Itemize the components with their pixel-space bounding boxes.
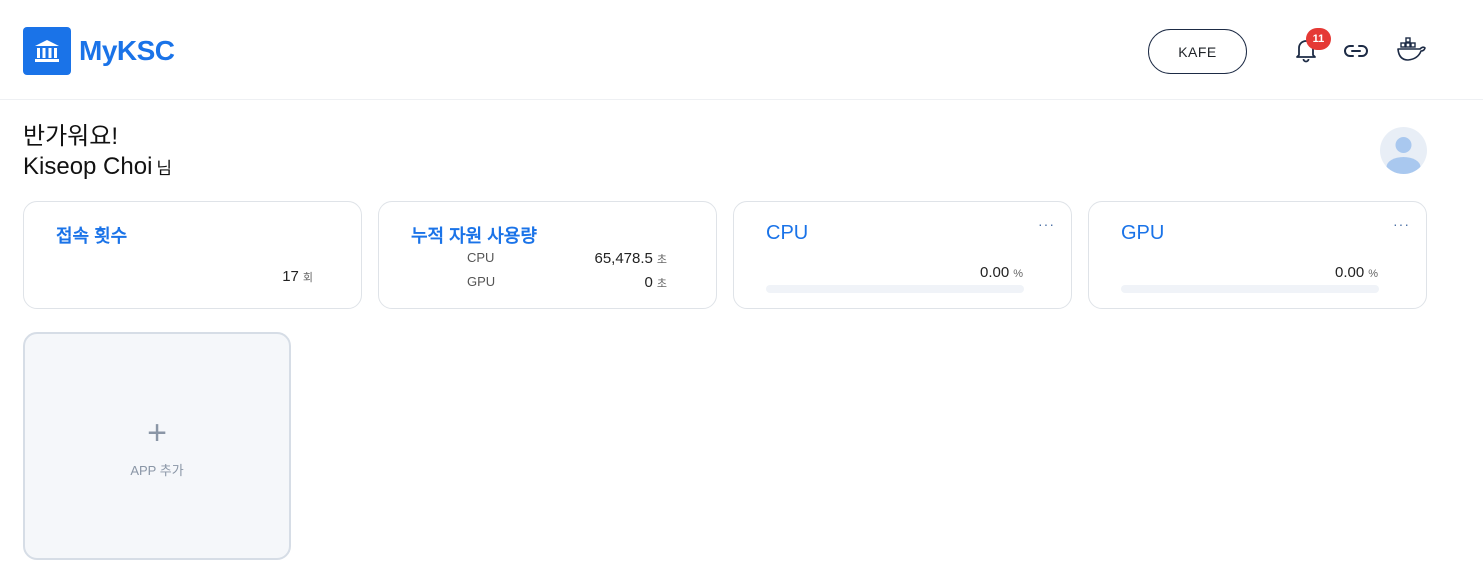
usage-card: 누적 자원 사용량 CPU 65,478.5 초 GPU 0초 [378, 201, 717, 309]
card-title: CPU [766, 222, 809, 244]
more-menu-button[interactable]: ··· [1393, 216, 1410, 232]
link-icon[interactable] [1343, 38, 1369, 64]
more-menu-button[interactable]: ··· [1038, 216, 1055, 232]
logo-text: MyKSC [79, 35, 175, 66]
card-title: 누적 자원 사용량 [411, 226, 537, 246]
notification-badge: 11 [1306, 28, 1331, 50]
cpu-progress-bar [766, 285, 1024, 293]
top-header: MyKSC KAFE 11 [0, 0, 1483, 100]
card-title: GPU [1121, 222, 1165, 244]
user-name: Kiseop Choi [23, 153, 153, 180]
gpu-usage-value: 0.00% [1335, 264, 1378, 281]
user-greeting: Kiseop Choi 님 [23, 153, 172, 181]
project-button[interactable]: KAFE [1148, 29, 1247, 74]
cpu-usage-value: 0.00% [980, 264, 1023, 281]
add-app-button[interactable]: + APP 추가 [23, 332, 291, 560]
access-count-value: 17 회 [282, 268, 313, 285]
plus-icon: + [147, 414, 167, 452]
cpu-card: CPU ··· 0.00% [733, 201, 1072, 309]
bank-icon [23, 27, 71, 75]
app-logo[interactable]: MyKSC [23, 27, 175, 75]
gpu-progress-bar [1121, 285, 1379, 293]
honorific: 님 [156, 159, 173, 178]
access-count-card: 접속 횟수 17 회 [23, 201, 362, 309]
gpu-card: GPU ··· 0.00% [1088, 201, 1427, 309]
card-title: 접속 횟수 [56, 226, 128, 246]
docker-icon[interactable] [1395, 35, 1427, 65]
greeting-text: 반가워요! [23, 123, 118, 150]
avatar[interactable] [1380, 127, 1427, 174]
add-app-label: APP 추가 [130, 463, 184, 478]
